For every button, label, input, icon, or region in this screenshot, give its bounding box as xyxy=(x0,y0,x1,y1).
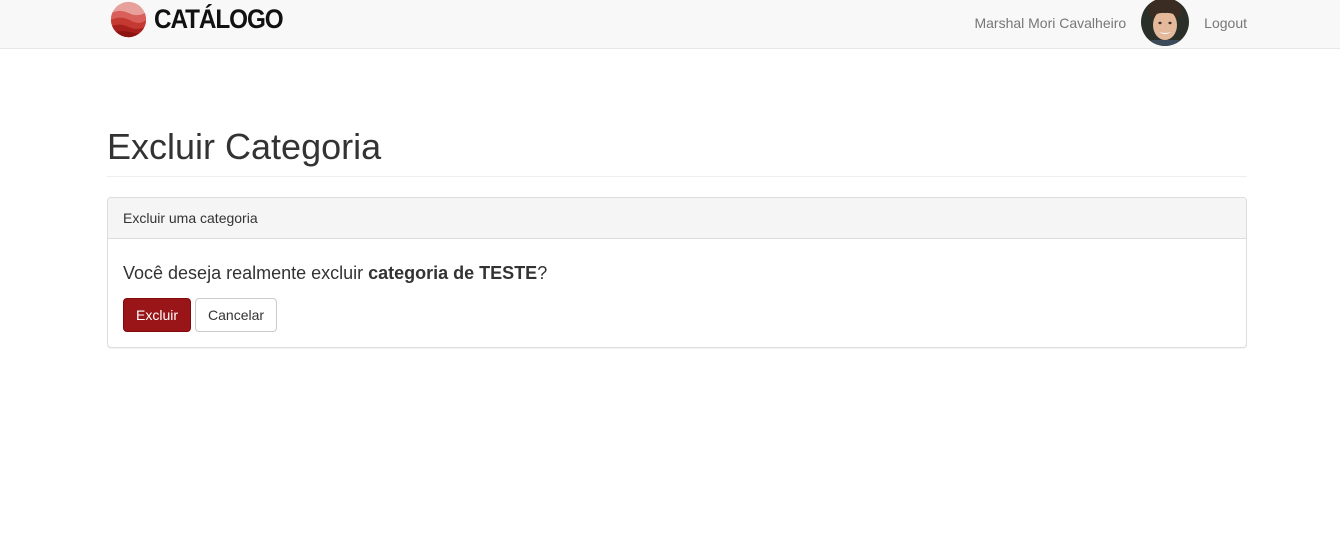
main-container: Excluir Categoria Excluir uma categoria … xyxy=(107,49,1247,348)
page-title: Excluir Categoria xyxy=(107,126,382,167)
logout-link[interactable]: Logout xyxy=(1204,15,1247,31)
category-name: categoria de TESTE xyxy=(368,263,538,283)
cancel-button[interactable]: Cancelar xyxy=(195,298,278,332)
catalogo-logo-icon xyxy=(110,1,147,37)
page-header: Excluir Categoria xyxy=(107,126,1247,177)
confirm-question-suffix: ? xyxy=(537,263,548,283)
delete-panel: Excluir uma categoria Você deseja realme… xyxy=(107,197,1247,348)
delete-button[interactable]: Excluir xyxy=(123,298,192,332)
panel-heading: Excluir uma categoria xyxy=(108,198,1246,239)
user-avatar-image xyxy=(1141,0,1190,46)
confirm-question-prefix: Você deseja realmente excluir xyxy=(123,263,369,283)
panel-body: Você deseja realmente excluir categoria … xyxy=(108,239,1246,347)
user-name-link[interactable]: Marshal Mori Cavalheiro xyxy=(974,15,1126,31)
avatar[interactable] xyxy=(1141,0,1190,46)
form-actions: Excluir Cancelar xyxy=(123,298,1231,332)
navbar-user-menu: Marshal Mori Cavalheiro Logout xyxy=(974,0,1247,46)
brand-link[interactable]: CATÁLOGO xyxy=(110,0,297,38)
confirm-question: Você deseja realmente excluir categoria … xyxy=(123,261,1231,285)
navbar: CATÁLOGO Marshal Mori Cavalheiro Logout xyxy=(0,0,1340,49)
brand-text: CATÁLOGO xyxy=(154,4,284,34)
